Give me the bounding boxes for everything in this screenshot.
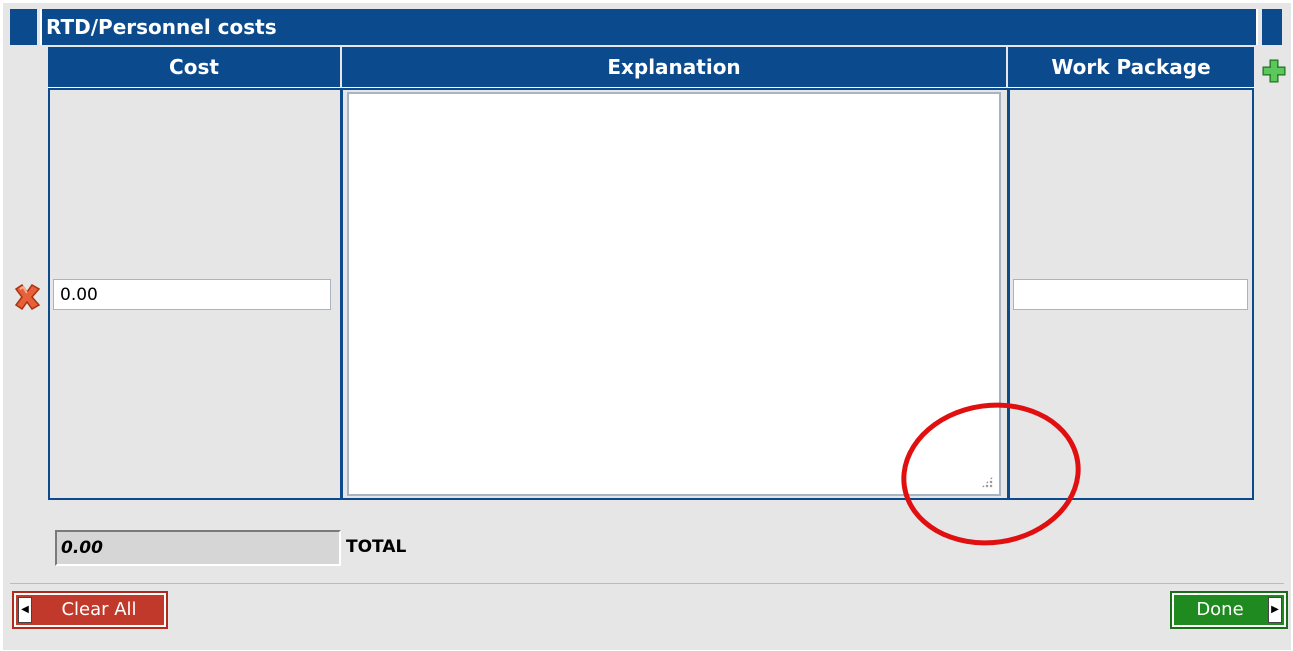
clear-all-button[interactable]: ◀ Clear All: [12, 591, 168, 629]
arrow-left-icon: ◀: [18, 597, 32, 623]
work-package-input[interactable]: [1013, 279, 1248, 310]
total-label: TOTAL: [346, 537, 407, 557]
explanation-textarea[interactable]: [347, 92, 1001, 496]
total-value: 0.00: [55, 530, 341, 566]
delete-x-icon[interactable]: [12, 283, 42, 311]
column-header-work-package: Work Package: [1008, 47, 1254, 88]
done-label: Done: [1196, 599, 1244, 620]
header-right-block: [1262, 9, 1282, 45]
column-header-explanation: Explanation: [342, 47, 1006, 88]
section-title: RTD/Personnel costs: [40, 9, 1258, 45]
divider: [10, 583, 1284, 584]
cost-input[interactable]: 0.00: [53, 279, 331, 310]
clear-all-label: Clear All: [61, 599, 137, 620]
plus-icon[interactable]: [1261, 58, 1287, 84]
done-button[interactable]: Done ▶: [1170, 591, 1288, 629]
column-header-cost: Cost: [48, 47, 340, 88]
header-left-block: [10, 9, 37, 45]
arrow-right-icon: ▶: [1268, 597, 1282, 623]
